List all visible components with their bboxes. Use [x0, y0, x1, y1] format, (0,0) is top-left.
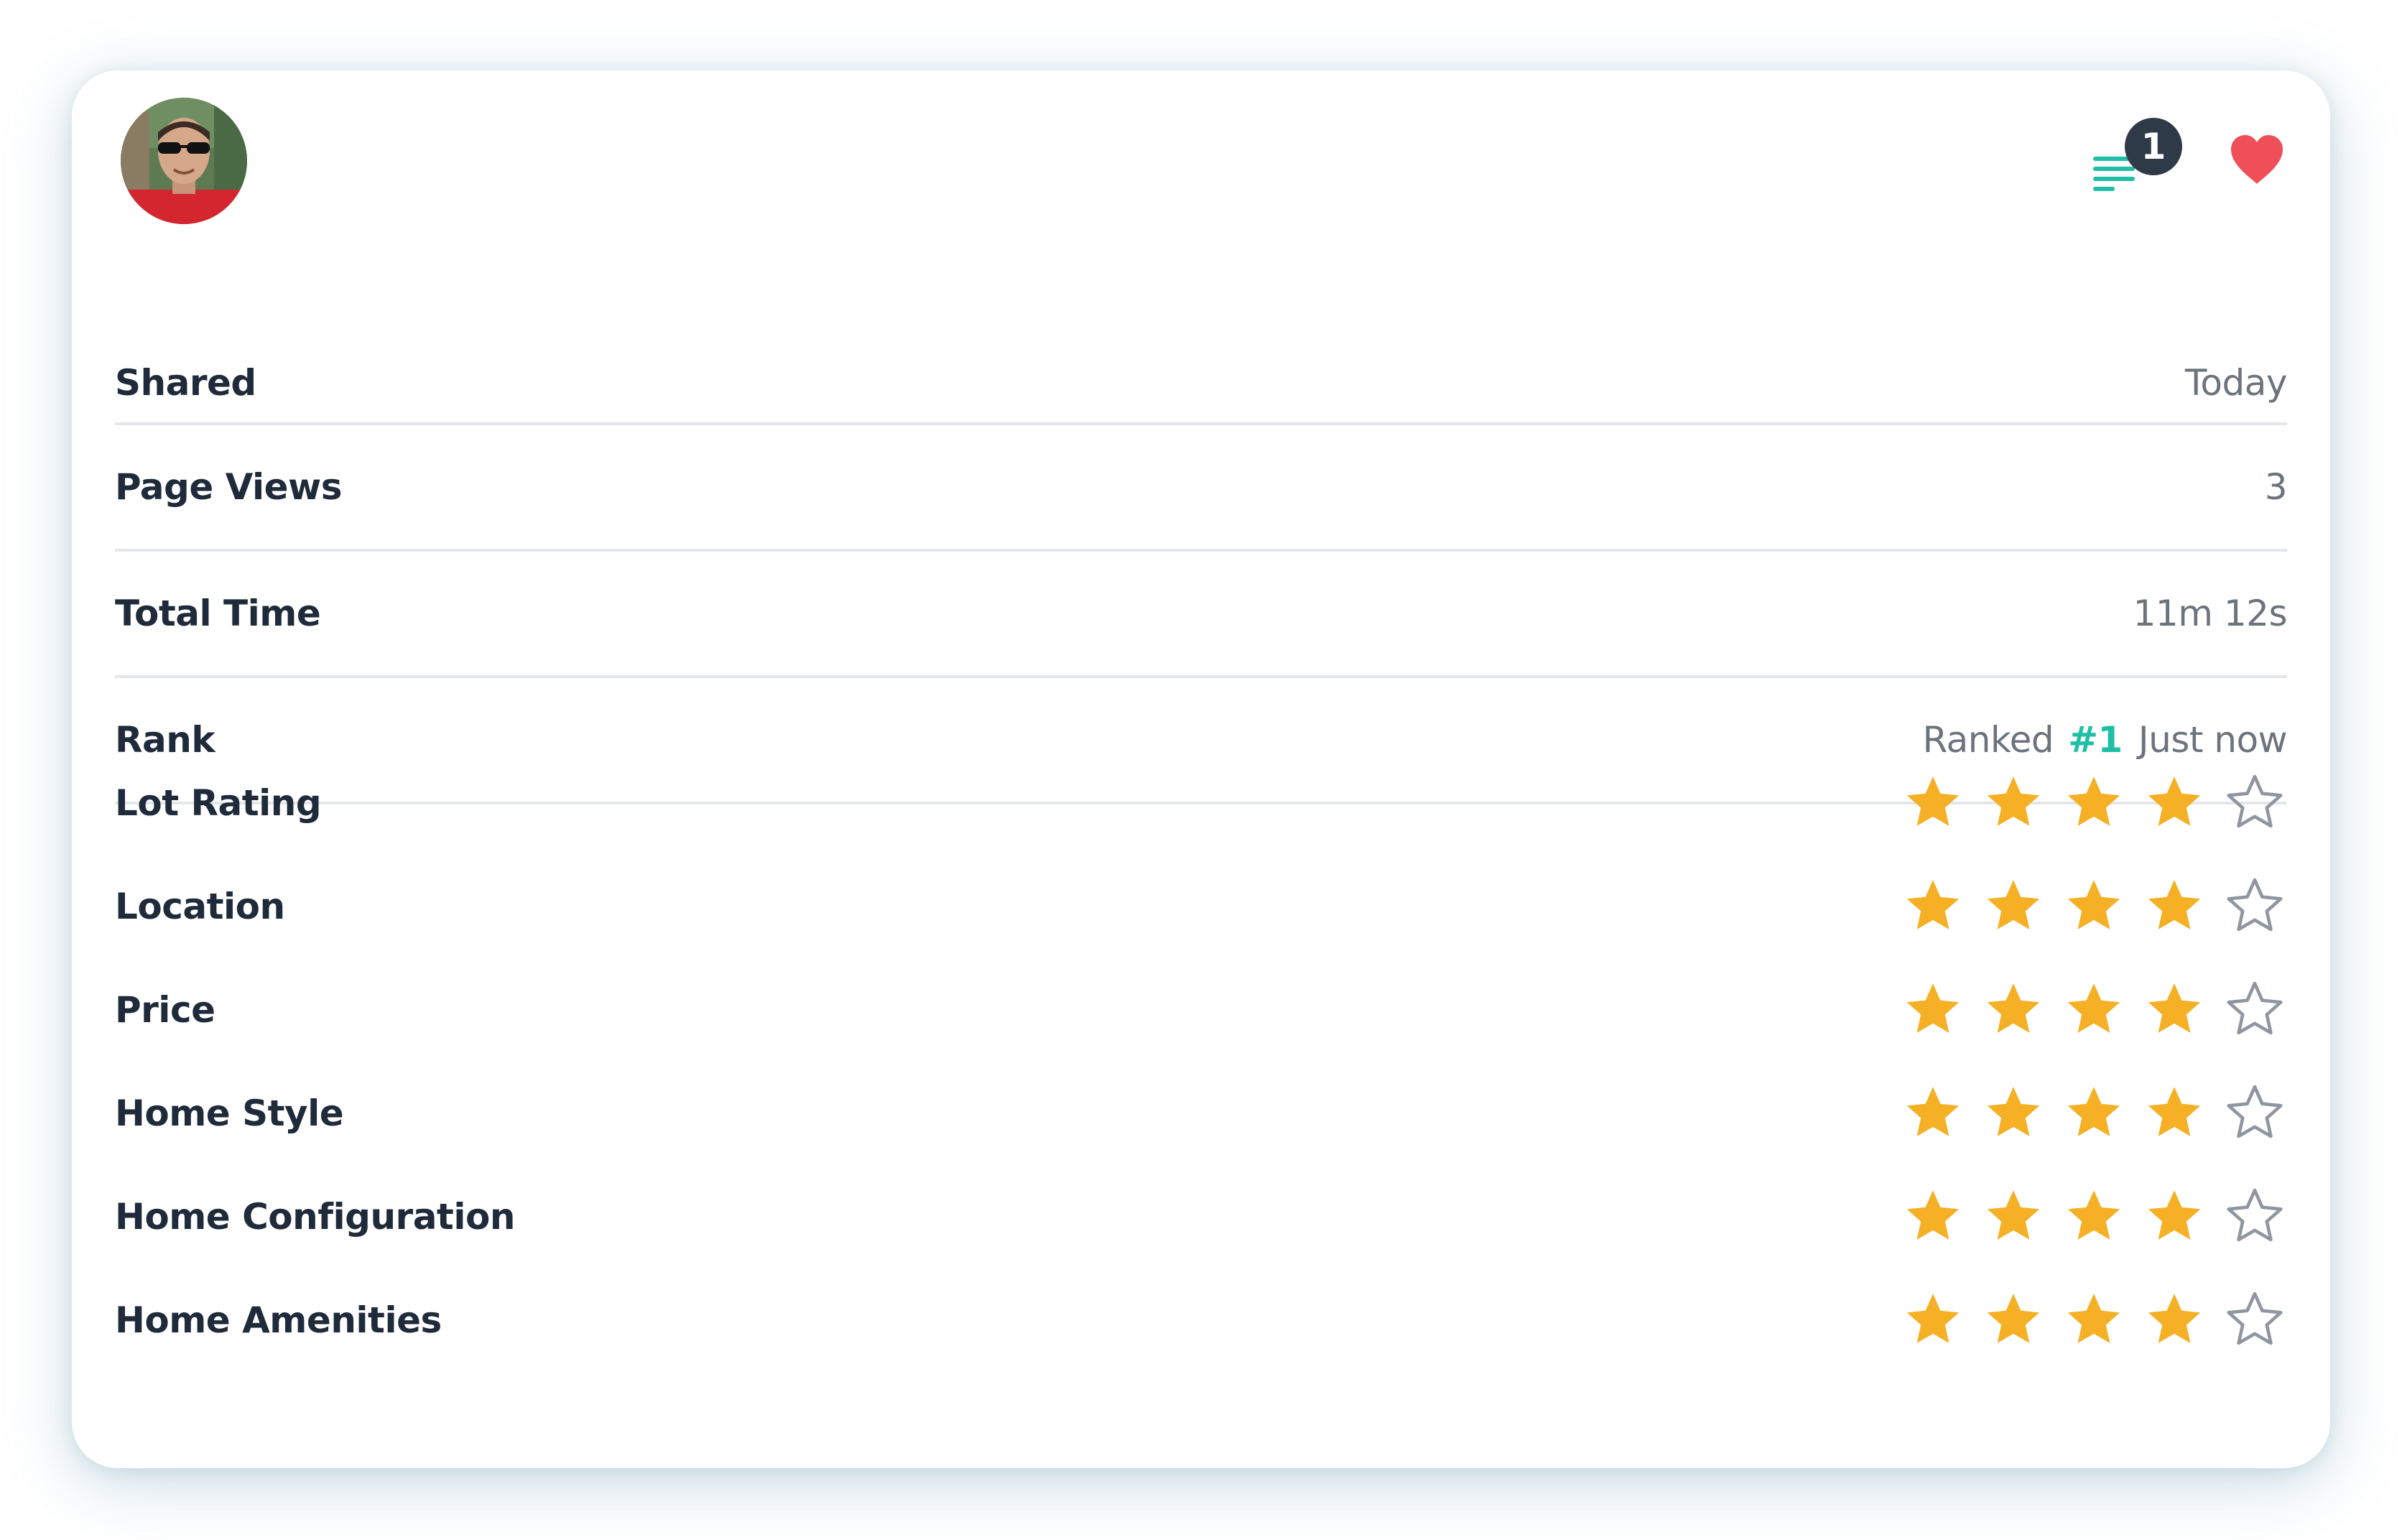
heart-icon [2231, 135, 2283, 184]
rank-label: Rank [115, 719, 215, 761]
favorite-button[interactable] [2230, 134, 2284, 185]
rating-row: Home Amenities [115, 1277, 2287, 1363]
star-filled-icon[interactable] [2064, 1187, 2123, 1246]
star-filled-icon[interactable] [2064, 877, 2123, 936]
notes-count-badge: 1 [2125, 118, 2182, 175]
star-filled-icon[interactable] [2145, 877, 2204, 936]
star-filled-icon[interactable] [1984, 1084, 2043, 1143]
star-filled-icon[interactable] [1903, 1187, 1962, 1246]
star-empty-icon[interactable] [2225, 877, 2284, 936]
rank-suffix: Just now [2138, 719, 2288, 761]
page: 1 Shared Today Page Views 3 Total Time 1… [0, 0, 2402, 1540]
rating-row: Lot Rating [115, 760, 2287, 846]
star-rating [1903, 1084, 2284, 1143]
rank-value: Ranked #1 Just now [1922, 719, 2287, 761]
stats-card: 1 Shared Today Page Views 3 Total Time 1… [72, 70, 2330, 1468]
star-rating [1903, 980, 2284, 1039]
rating-label: Location [115, 886, 285, 927]
rank-prefix: Ranked [1922, 719, 2054, 761]
avatar[interactable] [121, 98, 247, 224]
star-filled-icon[interactable] [1903, 1291, 1962, 1350]
rating-row: Location [115, 863, 2287, 950]
rank-number: #1 [2068, 719, 2123, 761]
star-filled-icon[interactable] [1903, 774, 1962, 832]
star-rating [1903, 877, 2284, 936]
star-filled-icon[interactable] [1984, 980, 2043, 1039]
star-filled-icon[interactable] [2064, 1084, 2123, 1143]
star-filled-icon[interactable] [2064, 980, 2123, 1039]
star-empty-icon[interactable] [2225, 1084, 2284, 1143]
stat-value: Today [2184, 362, 2288, 404]
star-filled-icon[interactable] [1984, 1291, 2043, 1350]
star-filled-icon[interactable] [2145, 1187, 2204, 1246]
star-filled-icon[interactable] [2145, 774, 2204, 832]
stat-value: 3 [2264, 466, 2288, 508]
star-rating [1903, 774, 2284, 832]
star-filled-icon[interactable] [1984, 877, 2043, 936]
star-filled-icon[interactable] [2064, 1291, 2123, 1350]
stat-label: Page Views [115, 466, 342, 508]
star-filled-icon[interactable] [1903, 1084, 1962, 1143]
stat-row-page-views: Page Views 3 [115, 425, 2288, 552]
rating-label: Lot Rating [115, 782, 322, 824]
rating-row: Home Configuration [115, 1174, 2287, 1260]
rating-label: Home Amenities [115, 1299, 442, 1341]
stat-label: Shared [115, 362, 256, 404]
rating-row: Home Style [115, 1070, 2287, 1156]
star-filled-icon[interactable] [2064, 774, 2123, 832]
star-empty-icon[interactable] [2225, 1291, 2284, 1350]
star-filled-icon[interactable] [1984, 774, 2043, 832]
stat-row-total-time: Total Time 11m 12s [115, 552, 2288, 678]
star-filled-icon[interactable] [2145, 1291, 2204, 1350]
stat-value: 11m 12s [2133, 593, 2288, 634]
rating-label: Home Configuration [115, 1196, 515, 1238]
star-filled-icon[interactable] [2145, 980, 2204, 1039]
star-filled-icon[interactable] [1903, 877, 1962, 936]
star-empty-icon[interactable] [2225, 980, 2284, 1039]
star-filled-icon[interactable] [2145, 1084, 2204, 1143]
star-empty-icon[interactable] [2225, 1187, 2284, 1246]
star-rating [1903, 1187, 2284, 1246]
star-rating [1903, 1291, 2284, 1350]
rating-label: Price [115, 989, 215, 1031]
stat-label: Total Time [115, 593, 321, 634]
star-filled-icon[interactable] [1903, 980, 1962, 1039]
stat-row-shared: Shared Today [115, 343, 2288, 425]
star-filled-icon[interactable] [1984, 1187, 2043, 1246]
star-empty-icon[interactable] [2225, 774, 2284, 832]
rating-row: Price [115, 967, 2287, 1053]
rating-label: Home Style [115, 1093, 344, 1134]
